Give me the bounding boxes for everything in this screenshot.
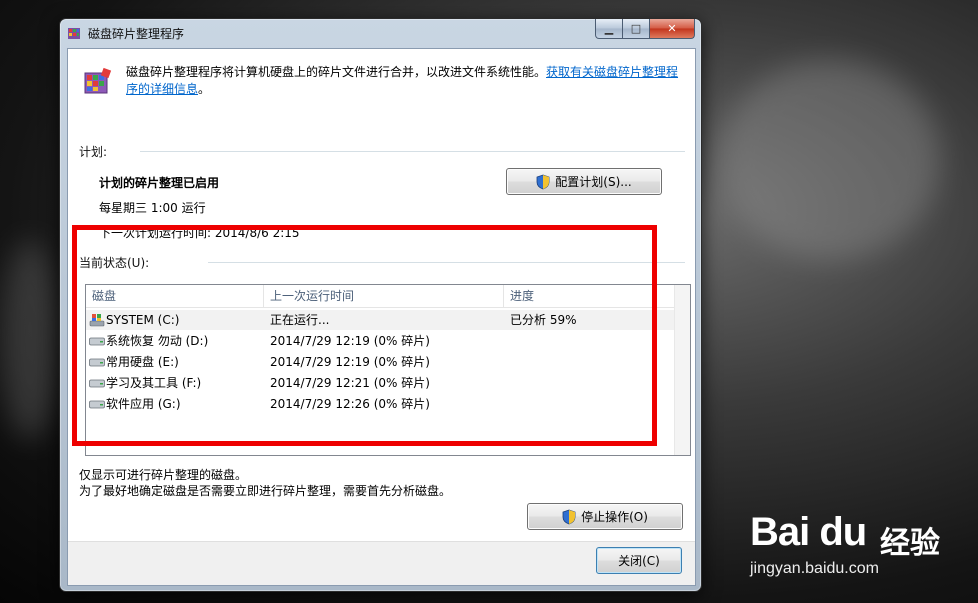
stop-operation-label: 停止操作(O) (581, 510, 648, 524)
uac-shield-icon (562, 509, 576, 524)
close-window-button[interactable]: ✕ (650, 19, 695, 39)
schedule-divider (140, 151, 685, 152)
intro-tail: 。 (198, 82, 211, 96)
configure-schedule-button[interactable]: 配置计划(S)... (506, 168, 662, 195)
list-scrollbar[interactable] (674, 285, 690, 455)
baidu-watermark: Bai du 经验 jingyan.baidu.com (750, 500, 970, 590)
background-blur (720, 60, 940, 260)
watermark-brand: 经验 (880, 526, 940, 561)
note-line-2: 为了最好地确定磁盘是否需要立即进行碎片整理，需要首先分析磁盘。 (79, 484, 452, 498)
background-blur (0, 240, 60, 440)
schedule-run-time: 每星期三 1:00 运行 (99, 201, 206, 215)
minimize-button[interactable]: ▁ (595, 19, 623, 39)
defrag-app-icon (84, 67, 112, 94)
footer-divider (68, 541, 695, 542)
intro-text: 磁盘碎片整理程序将计算机硬盘上的碎片文件进行合并，以改进文件系统性能。获取有关磁… (126, 64, 686, 98)
uac-shield-icon (536, 174, 550, 189)
baidu-logo: Bai du (750, 510, 867, 554)
note-line-1: 仅显示可进行碎片整理的磁盘。 (79, 468, 248, 482)
caption-buttons: ▁ □ ✕ (595, 19, 695, 39)
close-button-label: 关闭(C) (618, 554, 660, 568)
schedule-status: 计划的碎片整理已启用 (99, 176, 220, 190)
schedule-label: 计划: (79, 145, 108, 159)
highlight-box (72, 225, 657, 446)
close-button[interactable]: 关闭(C) (596, 547, 682, 574)
defrag-app-icon (68, 28, 80, 39)
title-bar[interactable]: 磁盘碎片整理程序 ▁ □ ✕ (60, 19, 701, 47)
stop-operation-button[interactable]: 停止操作(O) (527, 503, 683, 530)
watermark-url: jingyan.baidu.com (750, 560, 879, 577)
window-title: 磁盘碎片整理程序 (88, 27, 185, 41)
configure-schedule-label: 配置计划(S)... (555, 175, 632, 189)
maximize-button[interactable]: □ (623, 19, 650, 39)
intro-description: 磁盘碎片整理程序将计算机硬盘上的碎片文件进行合并，以改进文件系统性能。 (126, 65, 547, 79)
